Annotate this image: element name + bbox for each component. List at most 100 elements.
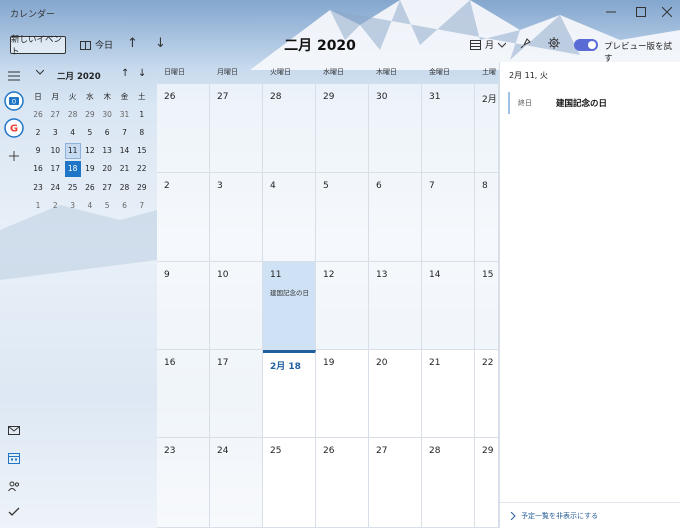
mini-day[interactable]: 17: [47, 161, 63, 177]
preview-toggle[interactable]: [574, 39, 598, 51]
day-cell[interactable]: 25: [263, 438, 316, 528]
mini-day[interactable]: 6: [117, 198, 133, 214]
day-cell[interactable]: 3: [210, 173, 263, 262]
menu-button[interactable]: [4, 66, 24, 86]
mini-day[interactable]: 14: [117, 143, 133, 159]
mini-day[interactable]: 29: [134, 179, 150, 195]
mini-day[interactable]: 2: [30, 124, 46, 140]
calendar-nav-button[interactable]: [4, 448, 24, 468]
mini-day[interactable]: 2: [47, 198, 63, 214]
mini-day[interactable]: 27: [47, 106, 63, 122]
mini-day[interactable]: 7: [134, 198, 150, 214]
mini-day[interactable]: 11: [64, 142, 81, 159]
day-cell[interactable]: 30: [369, 84, 422, 173]
mini-day[interactable]: 25: [65, 179, 81, 195]
mini-day[interactable]: 31: [117, 106, 133, 122]
mini-day[interactable]: 5: [99, 198, 115, 214]
day-cell[interactable]: 4: [263, 173, 316, 262]
mini-day[interactable]: 16: [30, 161, 46, 177]
close-button[interactable]: [652, 2, 680, 22]
day-cell[interactable]: 27: [210, 84, 263, 173]
mini-day[interactable]: 28: [117, 179, 133, 195]
day-cell[interactable]: 20: [369, 350, 422, 438]
mini-day[interactable]: 13: [99, 143, 115, 159]
mini-prev-arrow-icon[interactable]: ↑: [121, 68, 129, 79]
day-cell[interactable]: 2月 18: [263, 350, 316, 438]
day-cell[interactable]: 28: [263, 84, 316, 173]
todo-button[interactable]: [4, 502, 24, 522]
mini-day[interactable]: 1: [134, 106, 150, 122]
mini-day[interactable]: 29: [82, 106, 98, 122]
add-calendar-button[interactable]: [4, 146, 24, 166]
mail-button[interactable]: [4, 420, 24, 440]
minimize-button[interactable]: [596, 2, 626, 22]
mini-day[interactable]: 1: [30, 198, 46, 214]
mini-day[interactable]: 26: [30, 106, 46, 122]
mini-next-arrow-icon[interactable]: ↓: [138, 68, 146, 79]
mini-day[interactable]: 8: [134, 124, 150, 140]
mini-day[interactable]: 7: [117, 124, 133, 140]
pin-button[interactable]: [520, 37, 532, 52]
day-cell[interactable]: 19: [316, 350, 369, 438]
mini-day[interactable]: 27: [99, 179, 115, 195]
view-selector[interactable]: 月: [470, 38, 507, 51]
day-cell[interactable]: 26: [157, 84, 210, 173]
mini-day[interactable]: 4: [65, 124, 81, 140]
day-cell[interactable]: 31: [422, 84, 475, 173]
today-button[interactable]: 今日: [80, 38, 113, 51]
mini-day[interactable]: 3: [65, 198, 81, 214]
day-cell[interactable]: 16: [157, 350, 210, 438]
mini-day[interactable]: 6: [99, 124, 115, 140]
mini-day[interactable]: 18: [64, 160, 81, 177]
day-cell[interactable]: 7: [422, 173, 475, 262]
mini-day[interactable]: 21: [117, 161, 133, 177]
mini-day[interactable]: 26: [82, 179, 98, 195]
day-cell[interactable]: 6: [369, 173, 422, 262]
previous-month-button[interactable]: ↑: [127, 36, 138, 51]
outlook-account-button[interactable]: O: [4, 91, 24, 111]
mini-day[interactable]: 28: [65, 106, 81, 122]
mini-day[interactable]: 20: [99, 161, 115, 177]
mini-day[interactable]: 9: [30, 143, 46, 159]
day-cell[interactable]: 8: [475, 173, 499, 262]
settings-button[interactable]: [548, 37, 560, 52]
mini-day[interactable]: 19: [82, 161, 98, 177]
mini-day[interactable]: 23: [30, 179, 46, 195]
google-account-button[interactable]: G: [4, 118, 24, 138]
mini-day[interactable]: 22: [134, 161, 150, 177]
mini-day[interactable]: 5: [82, 124, 98, 140]
day-cell[interactable]: 22: [475, 350, 499, 438]
mini-day[interactable]: 12: [82, 143, 98, 159]
mini-day[interactable]: 10: [47, 143, 63, 159]
mini-day[interactable]: 30: [99, 106, 115, 122]
day-cell[interactable]: 29: [475, 438, 499, 528]
day-cell[interactable]: 5: [316, 173, 369, 262]
day-cell[interactable]: 17: [210, 350, 263, 438]
day-cell[interactable]: 2: [157, 173, 210, 262]
event-chip[interactable]: 建国記念の日: [270, 287, 314, 297]
day-cell[interactable]: 24: [210, 438, 263, 528]
day-cell[interactable]: 9: [157, 262, 210, 350]
day-cell[interactable]: 13: [369, 262, 422, 350]
collapse-chevron-icon[interactable]: [36, 69, 44, 75]
people-button[interactable]: [4, 476, 24, 496]
day-cell[interactable]: 14: [422, 262, 475, 350]
day-cell[interactable]: 11 建国記念の日: [263, 262, 316, 350]
day-cell[interactable]: 23: [157, 438, 210, 528]
mini-day[interactable]: 4: [82, 198, 98, 214]
day-cell[interactable]: 15: [475, 262, 499, 350]
day-cell[interactable]: 12: [316, 262, 369, 350]
day-cell[interactable]: 10: [210, 262, 263, 350]
mini-day[interactable]: 15: [134, 143, 150, 159]
mini-day[interactable]: 3: [47, 124, 63, 140]
new-event-button[interactable]: 新しいイベント: [10, 35, 66, 57]
day-cell[interactable]: 2月: [475, 84, 499, 173]
day-cell[interactable]: 26: [316, 438, 369, 528]
day-cell[interactable]: 29: [316, 84, 369, 173]
agenda-item[interactable]: 終日 建国記念の日: [508, 92, 674, 114]
hide-agenda-button[interactable]: 予定一覧を非表示にする: [510, 511, 598, 521]
day-cell[interactable]: 27: [369, 438, 422, 528]
next-month-button[interactable]: ↓: [155, 36, 166, 51]
day-cell[interactable]: 21: [422, 350, 475, 438]
mini-day[interactable]: 24: [47, 179, 63, 195]
